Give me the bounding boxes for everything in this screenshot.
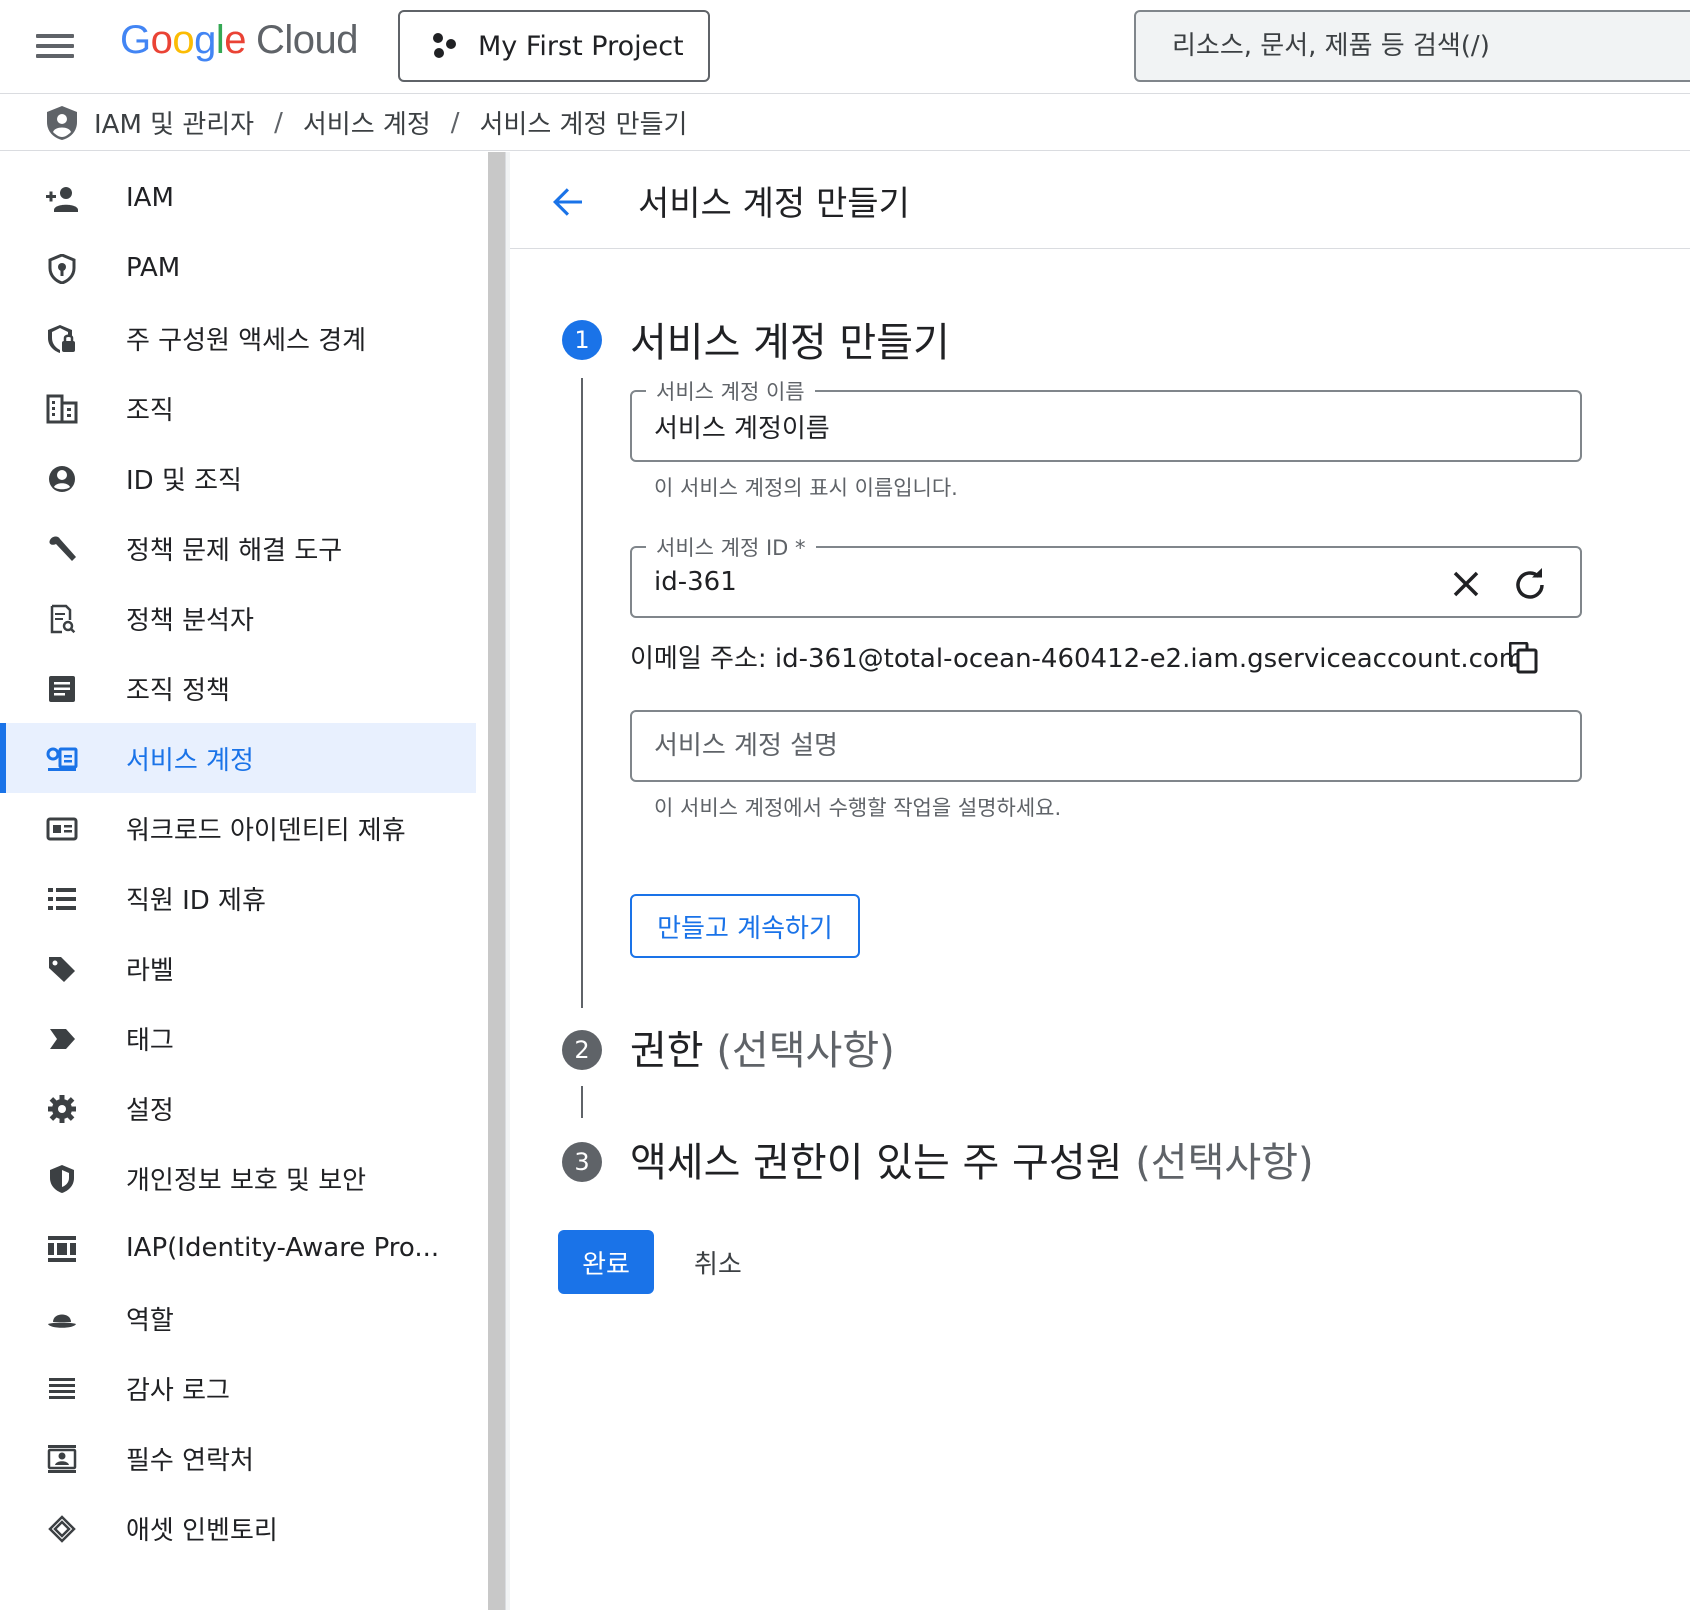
service-account-name-hint: 이 서비스 계정의 표시 이름입니다. [654, 476, 958, 500]
copy-icon[interactable] [1509, 642, 1539, 674]
gear-icon [48, 1095, 76, 1123]
page-title: 서비스 계정 만들기 [638, 184, 910, 224]
breadcrumb-separator: / [450, 107, 460, 138]
tag-icon [49, 957, 75, 982]
service-account-name-label: 서비스 계정 이름 [646, 376, 815, 406]
breadcrumb-create-service-account: 서비스 계정 만들기 [479, 110, 688, 140]
sidebar-item-iap[interactable]: IAP(Identity-Aware Pro... [0, 1213, 476, 1283]
search-box[interactable] [1134, 10, 1690, 82]
account-circle-icon [49, 466, 75, 492]
sidebar: IAM PAM 주 구성원 액세스 경계 조직 ID 및 조직 정책 문제 해결… [0, 152, 488, 1610]
hat-icon [48, 1314, 76, 1328]
step-connector [581, 378, 583, 1008]
top-bar: Google Cloud My First Project [0, 0, 1690, 94]
diamond-layers-icon [48, 1515, 76, 1543]
clear-id-button[interactable] [1448, 566, 1484, 602]
project-picker-button[interactable]: My First Project [398, 10, 710, 82]
google-cloud-logo[interactable]: Google Cloud [120, 18, 359, 63]
main-menu-icon[interactable] [36, 32, 74, 60]
sidebar-item-principal-access-boundary[interactable]: 주 구성원 액세스 경계 [0, 303, 476, 373]
sidebar-item-iam[interactable]: IAM [0, 163, 476, 233]
sidebar-item-workforce-identity-federation[interactable]: 직원 ID 제휴 [0, 863, 476, 933]
step-3-indicator: 3 [562, 1142, 602, 1182]
sidebar-item-org-policies[interactable]: 조직 정책 [0, 653, 476, 723]
sidebar-item-workload-identity-federation[interactable]: 워크로드 아이덴티티 제휴 [0, 793, 476, 863]
iam-shield-icon [47, 105, 77, 140]
sidebar-item-audit-logs[interactable]: 감사 로그 [0, 1353, 476, 1423]
shield-icon [50, 1165, 74, 1193]
shield-lock-icon [48, 325, 75, 353]
sidebar-scrollbar[interactable] [488, 152, 506, 1610]
create-and-continue-button[interactable]: 만들고 계속하기 [630, 894, 860, 958]
list-icon [48, 888, 76, 910]
breadcrumb-iam[interactable]: IAM 및 관리자 [94, 104, 254, 141]
regenerate-id-button[interactable] [1512, 566, 1548, 602]
shield-key-icon [48, 254, 76, 284]
sidebar-item-tags[interactable]: 태그 [0, 1003, 476, 1073]
service-account-id-label: 서비스 계정 ID * [646, 532, 816, 562]
contact-icon [47, 1445, 77, 1473]
page-header: 서비스 계정 만들기 [510, 152, 1690, 249]
sidebar-item-policy-troubleshooter[interactable]: 정책 문제 해결 도구 [0, 513, 476, 583]
id-card-icon [46, 817, 78, 841]
service-account-description-input[interactable] [654, 728, 1414, 764]
sidebar-item-settings[interactable]: 설정 [0, 1073, 476, 1143]
sidebar-item-labels[interactable]: 라벨 [0, 933, 476, 1003]
service-account-description-hint: 이 서비스 계정에서 수행할 작업을 설명하세요. [654, 796, 1062, 820]
service-account-icon [46, 747, 78, 771]
cancel-button[interactable]: 취소 [676, 1230, 760, 1294]
main-content: 서비스 계정 만들기 1 서비스 계정 만들기 서비스 계정 이름 이 서비스 … [510, 152, 1690, 1610]
search-input[interactable] [1172, 31, 1652, 61]
document-search-icon [50, 604, 76, 634]
iap-icon [48, 1236, 76, 1262]
refresh-icon [1516, 568, 1544, 599]
done-button[interactable]: 완료 [558, 1230, 654, 1294]
wrench-icon [49, 536, 76, 561]
sidebar-item-organization[interactable]: 조직 [0, 373, 476, 443]
service-account-name-field[interactable]: 서비스 계정 이름 [630, 376, 1582, 462]
sidebar-item-asset-inventory[interactable]: 애셋 인벤토리 [0, 1493, 476, 1563]
step-connector [581, 1086, 583, 1118]
sidebar-item-roles[interactable]: 역할 [0, 1283, 476, 1353]
sidebar-item-policy-analyzer[interactable]: 정책 분석자 [0, 583, 476, 653]
service-account-email: 이메일 주소: id-361@total-ocean-460412-e2.iam… [630, 644, 1525, 674]
step-2-indicator: 2 [562, 1030, 602, 1070]
back-arrow-icon[interactable] [548, 182, 588, 222]
close-icon [1453, 571, 1479, 597]
breadcrumb: IAM 및 관리자 / 서비스 계정 / 서비스 계정 만들기 [0, 95, 1690, 151]
project-name: My First Project [478, 30, 684, 62]
step-2-title[interactable]: 권한 (선택사항) [630, 1018, 895, 1076]
person-add-icon [46, 187, 78, 212]
sidebar-item-pam[interactable]: PAM [0, 233, 476, 303]
step-1-title: 서비스 계정 만들기 [630, 320, 950, 366]
project-hexagons-icon [433, 33, 456, 58]
article-icon [49, 676, 75, 702]
service-account-name-input[interactable] [654, 408, 1414, 444]
step-3-title[interactable]: 액세스 권한이 있는 주 구성원 (선택사항) [630, 1130, 1314, 1188]
step-1-indicator: 1 [562, 320, 602, 360]
sidebar-item-privacy-security[interactable]: 개인정보 보호 및 보안 [0, 1143, 476, 1213]
sidebar-item-identity-organization[interactable]: ID 및 조직 [0, 443, 476, 513]
service-account-description-field[interactable] [630, 710, 1582, 782]
breadcrumb-separator: / [274, 107, 283, 138]
sidebar-item-essential-contacts[interactable]: 필수 연락처 [0, 1423, 476, 1493]
building-icon [46, 394, 78, 424]
breadcrumb-service-accounts[interactable]: 서비스 계정 [303, 104, 431, 141]
service-account-id-input[interactable] [654, 564, 1414, 600]
service-account-id-field[interactable]: 서비스 계정 ID * [630, 532, 1582, 618]
lines-icon [49, 1378, 75, 1399]
sidebar-item-service-accounts[interactable]: 서비스 계정 [0, 723, 476, 793]
label-arrow-icon [50, 1029, 75, 1049]
